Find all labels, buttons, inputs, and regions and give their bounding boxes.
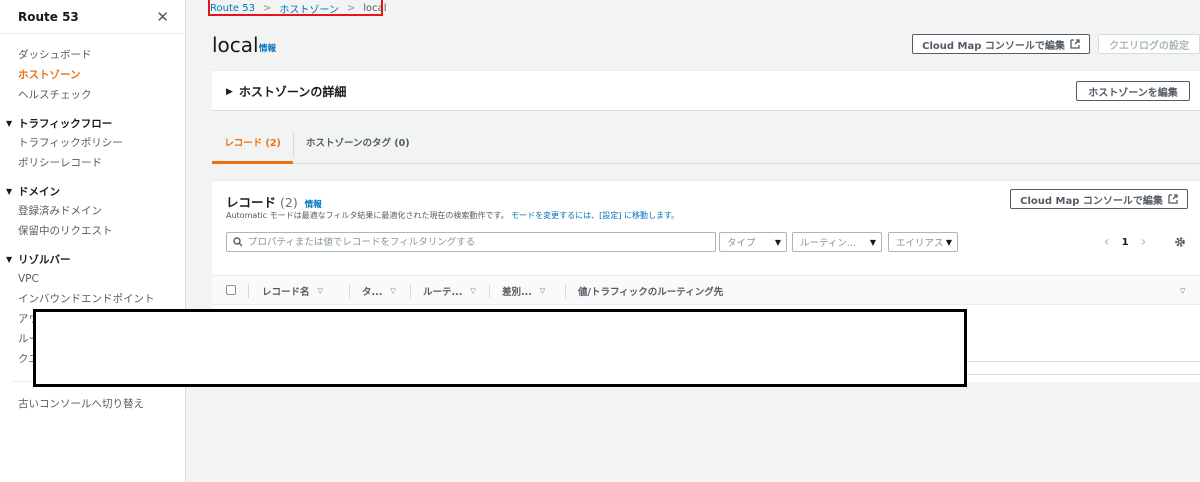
records-table-header: レコード名 ▽ タ... ▽ ルーテ... ▽ 差別... ▽ 値/トラフィック… bbox=[212, 275, 1200, 305]
previous-page-icon[interactable]: ‹ bbox=[1104, 234, 1110, 250]
tab-hosted-zone-tags[interactable]: ホストゾーンのタグ (0) bbox=[306, 128, 410, 164]
button-label: Cloud Map コンソールで編集 bbox=[922, 40, 1065, 52]
details-title: ホストゾーンの詳細 bbox=[238, 85, 347, 99]
alias-filter-select[interactable]: エイリアス ▼ bbox=[888, 232, 958, 252]
type-filter-select[interactable]: タイプ ▼ bbox=[719, 232, 787, 252]
sidebar-section-domains[interactable]: ▼ ドメイン bbox=[0, 181, 185, 201]
sidebar-item-inbound-endpoints[interactable]: インバウンドエンドポイント bbox=[0, 289, 185, 309]
sidebar-item-dashboard[interactable]: ダッシュボード bbox=[0, 45, 185, 65]
search-icon bbox=[233, 237, 243, 247]
sidebar-title[interactable]: Route 53 bbox=[18, 10, 79, 24]
column-label: ルーテ... bbox=[423, 287, 463, 298]
query-log-config-button[interactable]: クエリログの設定 bbox=[1098, 34, 1200, 54]
sidebar-section-label: リゾルバー bbox=[18, 253, 71, 266]
hosted-zone-details-panel: ▶ ホストゾーンの詳細 ホストゾーンを編集 bbox=[212, 70, 1200, 111]
edit-hosted-zone-button[interactable]: ホストゾーンを編集 bbox=[1076, 81, 1190, 101]
filter-label: タイプ bbox=[727, 238, 756, 249]
sidebar-item-vpc[interactable]: VPC bbox=[0, 269, 185, 289]
sort-icon: ▽ bbox=[470, 287, 476, 295]
records-title: レコード bbox=[226, 195, 277, 210]
highlight-box bbox=[208, 0, 383, 16]
sidebar-item-policy-records[interactable]: ポリシーレコード bbox=[0, 153, 185, 173]
caret-down-icon: ▼ bbox=[869, 237, 876, 247]
sort-icon: ▽ bbox=[390, 287, 396, 295]
filter-label: ルーティン... bbox=[800, 238, 856, 249]
column-divider bbox=[248, 284, 249, 298]
records-search bbox=[226, 232, 716, 252]
side-navigation: Route 53 ✕ ダッシュボード ホストゾーン ヘルスチェック ▼ トラフィ… bbox=[0, 0, 186, 482]
records-count: (2) bbox=[280, 195, 298, 210]
records-header: レコード (2) 情報 bbox=[226, 192, 322, 211]
routing-filter-select[interactable]: ルーティン... ▼ bbox=[792, 232, 882, 252]
filter-label: エイリアス bbox=[896, 238, 944, 249]
column-label: 差別... bbox=[502, 287, 532, 298]
caret-down-icon: ▼ bbox=[6, 186, 13, 196]
caret-down-icon: ▼ bbox=[6, 118, 13, 128]
column-label: レコード名 bbox=[262, 287, 310, 298]
column-type[interactable]: タ... ▽ bbox=[362, 276, 396, 306]
sidebar-item-health-checks[interactable]: ヘルスチェック bbox=[0, 85, 185, 105]
tab-records[interactable]: レコード (2) bbox=[212, 128, 293, 164]
column-label: タ... bbox=[362, 287, 383, 298]
change-mode-link[interactable]: モードを変更するには、[設定] に移動します。 bbox=[511, 211, 679, 220]
page-title: local bbox=[212, 33, 259, 57]
column-divider bbox=[349, 284, 350, 298]
sidebar-item-pending-requests[interactable]: 保留中のリクエスト bbox=[0, 221, 185, 241]
pagination: ‹ 1 › bbox=[1104, 232, 1146, 252]
select-all-checkbox[interactable] bbox=[226, 285, 236, 295]
sidebar-item-hosted-zones[interactable]: ホストゾーン bbox=[0, 65, 185, 85]
caret-right-icon: ▶ bbox=[226, 86, 233, 97]
sort-icon: ▽ bbox=[317, 287, 323, 295]
info-link[interactable]: 情報 bbox=[305, 198, 322, 210]
sidebar-item-registered-domains[interactable]: 登録済みドメイン bbox=[0, 201, 185, 221]
records-description-text: Automatic モードは最適なフィルタ結果に最適化された現在の検索動作です。 bbox=[226, 211, 509, 220]
column-differentiator[interactable]: 差別... ▽ bbox=[502, 276, 545, 306]
records-description: Automatic モードは最適なフィルタ結果に最適化された現在の検索動作です。… bbox=[226, 210, 679, 221]
button-label: Cloud Map コンソールで編集 bbox=[1020, 195, 1163, 207]
caret-down-icon: ▼ bbox=[774, 237, 781, 247]
sidebar-header: Route 53 ✕ bbox=[0, 0, 185, 34]
column-divider bbox=[565, 284, 566, 298]
redaction-box bbox=[33, 309, 967, 387]
close-icon[interactable]: ✕ bbox=[156, 8, 169, 26]
sidebar-section-resolver[interactable]: ▼ リゾルバー bbox=[0, 249, 185, 269]
page-number[interactable]: 1 bbox=[1122, 237, 1129, 248]
tab-bar: レコード (2) ホストゾーンのタグ (0) bbox=[212, 128, 1200, 164]
caret-down-icon: ▼ bbox=[6, 254, 13, 264]
main-content: Route 53 > ホストゾーン > local local 情報 Cloud… bbox=[186, 0, 1200, 482]
details-toggle[interactable]: ▶ ホストゾーンの詳細 bbox=[226, 83, 346, 100]
external-link-icon bbox=[1168, 194, 1178, 204]
sidebar-section-label: トラフィックフロー bbox=[18, 117, 113, 130]
column-label: 値/トラフィックのルーティング先 bbox=[578, 287, 724, 298]
column-record-name[interactable]: レコード名 ▽ bbox=[262, 276, 323, 306]
column-divider bbox=[489, 284, 490, 298]
external-link-icon bbox=[1070, 39, 1080, 49]
sort-icon: ▽ bbox=[539, 287, 546, 295]
cloud-map-edit-button[interactable]: Cloud Map コンソールで編集 bbox=[912, 34, 1090, 54]
column-value[interactable]: 値/トラフィックのルーティング先 bbox=[578, 276, 723, 306]
tab-divider bbox=[293, 132, 294, 158]
caret-down-icon: ▼ bbox=[945, 237, 952, 247]
records-cloud-map-edit-button[interactable]: Cloud Map コンソールで編集 bbox=[1010, 189, 1188, 209]
sidebar-item-old-console[interactable]: 古いコンソールへ切り替え bbox=[0, 394, 185, 414]
sidebar-section-traffic-flow[interactable]: ▼ トラフィックフロー bbox=[0, 113, 185, 133]
next-page-icon[interactable]: › bbox=[1141, 234, 1147, 250]
gear-icon[interactable] bbox=[1174, 236, 1186, 248]
column-routing-policy[interactable]: ルーテ... ▽ bbox=[423, 276, 476, 306]
column-divider bbox=[410, 284, 411, 298]
sidebar-section-label: ドメイン bbox=[18, 185, 60, 198]
sidebar-item-traffic-policies[interactable]: トラフィックポリシー bbox=[0, 133, 185, 153]
info-link[interactable]: 情報 bbox=[259, 42, 276, 54]
search-input[interactable] bbox=[248, 236, 698, 248]
sort-icon[interactable]: ▽ bbox=[1180, 276, 1185, 306]
